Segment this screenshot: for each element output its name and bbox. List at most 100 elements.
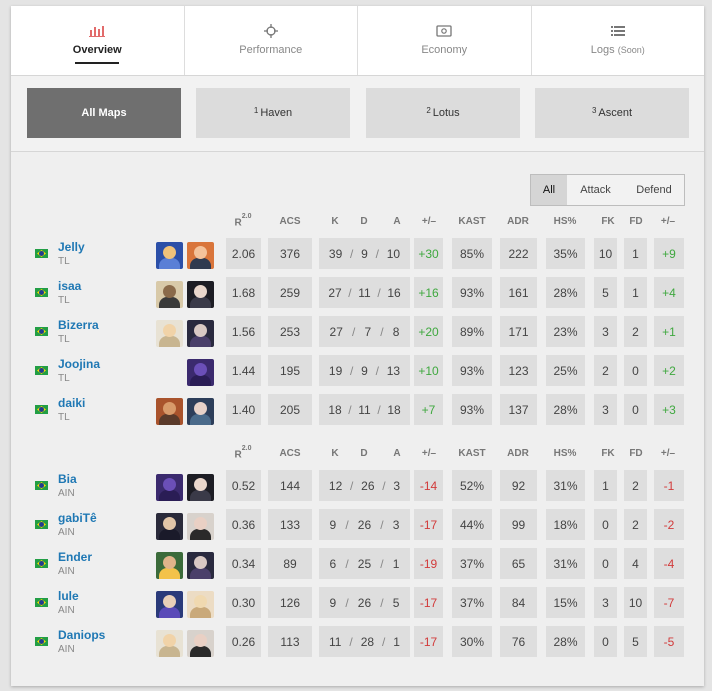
- stat-k: 39: [328, 246, 343, 261]
- stat-kast-cell: 93%: [452, 355, 492, 386]
- stat-a: 3: [392, 517, 400, 532]
- column-header-hs[interactable]: HS%: [545, 216, 585, 227]
- stat-value: 2: [602, 363, 609, 378]
- stat-d: 25: [357, 556, 372, 571]
- column-header-adr[interactable]: ADR: [498, 448, 538, 459]
- side-filter-defend[interactable]: Defend: [624, 175, 684, 205]
- stat-value: 65: [511, 556, 526, 571]
- player-name-link[interactable]: Daniops: [58, 628, 105, 642]
- column-header-rating[interactable]: R2.0: [223, 445, 263, 460]
- map-button-lotus[interactable]: 2 Lotus: [366, 88, 520, 138]
- map-label: Lotus: [432, 107, 460, 119]
- stat-acs-cell: 113: [268, 626, 312, 657]
- stat-d: 26: [361, 478, 375, 493]
- separator-slash: /: [348, 285, 352, 300]
- stat-value: 126: [279, 595, 301, 610]
- agent-body: [190, 490, 211, 501]
- player-name-link[interactable]: gabiTê: [58, 511, 97, 525]
- stat-value: 35%: [553, 246, 578, 261]
- column-header-text: A: [393, 448, 401, 459]
- column-header-text: ACS: [279, 448, 301, 459]
- agent-11-icon: [187, 630, 214, 657]
- stat-fk-cell: 3: [594, 316, 617, 347]
- stat-value: 3: [602, 402, 609, 417]
- tab-overview[interactable]: Overview: [11, 6, 185, 75]
- agent-7-icon: [187, 359, 214, 386]
- stat-hs-cell: 15%: [546, 587, 585, 618]
- stat-fd-cell: 0: [624, 394, 647, 425]
- agent-7-icon: [156, 474, 183, 501]
- side-filter-attack[interactable]: Attack: [567, 175, 624, 205]
- agent-body: [159, 336, 180, 347]
- stat-fkpm-cell: -2: [654, 509, 684, 540]
- player-name-link[interactable]: lule: [58, 589, 79, 603]
- stat-d: 9: [361, 363, 368, 378]
- map-button-haven[interactable]: 1 Haven: [196, 88, 350, 138]
- column-header-fkpm[interactable]: +/–: [648, 448, 688, 459]
- map-button-all[interactable]: All Maps: [27, 88, 181, 138]
- tab-economy[interactable]: Economy: [358, 6, 532, 75]
- stat-kast-cell: 52%: [452, 470, 492, 501]
- agent-body: [190, 529, 211, 540]
- column-header-acs[interactable]: ACS: [270, 448, 310, 459]
- agent-body: [159, 490, 180, 501]
- stat-value: 2.06: [231, 246, 256, 261]
- player-name-link[interactable]: Bizerra: [58, 318, 99, 332]
- stat-fd-cell: 2: [624, 470, 647, 501]
- column-header-pm[interactable]: +/–: [409, 216, 449, 227]
- player-name-link[interactable]: Jelly: [58, 240, 85, 254]
- stat-value: 0: [632, 402, 639, 417]
- stat-adr-cell: 84: [500, 587, 537, 618]
- column-header-fkpm[interactable]: +/–: [648, 216, 688, 227]
- map-label: All Maps: [81, 107, 127, 119]
- stat-fd-cell: 0: [624, 355, 647, 386]
- agent-face: [194, 402, 207, 415]
- column-header-adr[interactable]: ADR: [498, 216, 538, 227]
- tab-performance[interactable]: Performance: [185, 6, 358, 75]
- column-header-text: +/–: [660, 448, 676, 459]
- stat-value: 1.40: [231, 402, 256, 417]
- stat-value: 92: [511, 478, 526, 493]
- column-header-rating[interactable]: R2.0: [223, 213, 263, 228]
- stats-tabs: Overview Performance Economy Logs (Soon): [11, 6, 704, 76]
- column-header-pm[interactable]: +/–: [409, 448, 449, 459]
- stat-kast-cell: 30%: [452, 626, 492, 657]
- agent-6-icon: [187, 552, 214, 579]
- stat-value: 3: [602, 595, 609, 610]
- stat-value: +10: [418, 363, 439, 378]
- stat-fk-cell: 2: [594, 355, 617, 386]
- stat-fkpm-cell: -4: [654, 548, 684, 579]
- stat-hs-cell: 23%: [546, 316, 585, 347]
- stat-value: 171: [508, 324, 529, 339]
- stat-value: 0.36: [231, 517, 256, 532]
- stat-k: 12: [328, 478, 343, 493]
- column-header-kast[interactable]: KAST: [452, 216, 492, 227]
- player-name-link[interactable]: Ender: [58, 550, 92, 564]
- stat-acs-cell: 253: [268, 316, 312, 347]
- stat-rating-cell: 0.52: [226, 470, 261, 501]
- player-name-link[interactable]: isaa: [58, 279, 81, 293]
- stat-fk-cell: 1: [594, 470, 617, 501]
- brazil-flag-icon: [35, 598, 48, 607]
- stat-value: 18%: [553, 517, 578, 532]
- stat-value: 37%: [459, 595, 485, 610]
- side-filter-all[interactable]: All: [531, 175, 567, 205]
- column-header-acs[interactable]: ACS: [270, 216, 310, 227]
- player-name-link[interactable]: daiki: [58, 396, 85, 410]
- agent-face: [163, 285, 176, 298]
- stat-rating-cell: 1.44: [226, 355, 261, 386]
- stat-value: 31%: [553, 478, 578, 493]
- stat-pm-cell: -17: [414, 587, 443, 618]
- player-name-link[interactable]: Bia: [58, 472, 77, 486]
- column-header-hs[interactable]: HS%: [545, 448, 585, 459]
- tab-logs[interactable]: Logs (Soon): [532, 6, 705, 75]
- stat-rating-cell: 1.68: [226, 277, 261, 308]
- column-header-kast[interactable]: KAST: [452, 448, 492, 459]
- map-number: 1: [253, 105, 259, 115]
- player-name-link[interactable]: Joojina: [58, 357, 100, 371]
- stat-a: 13: [386, 363, 401, 378]
- map-button-ascent[interactable]: 3 Ascent: [535, 88, 689, 138]
- player-team-tag: AIN: [58, 488, 75, 499]
- stat-k: 27: [329, 324, 343, 339]
- stat-value: 123: [508, 363, 529, 378]
